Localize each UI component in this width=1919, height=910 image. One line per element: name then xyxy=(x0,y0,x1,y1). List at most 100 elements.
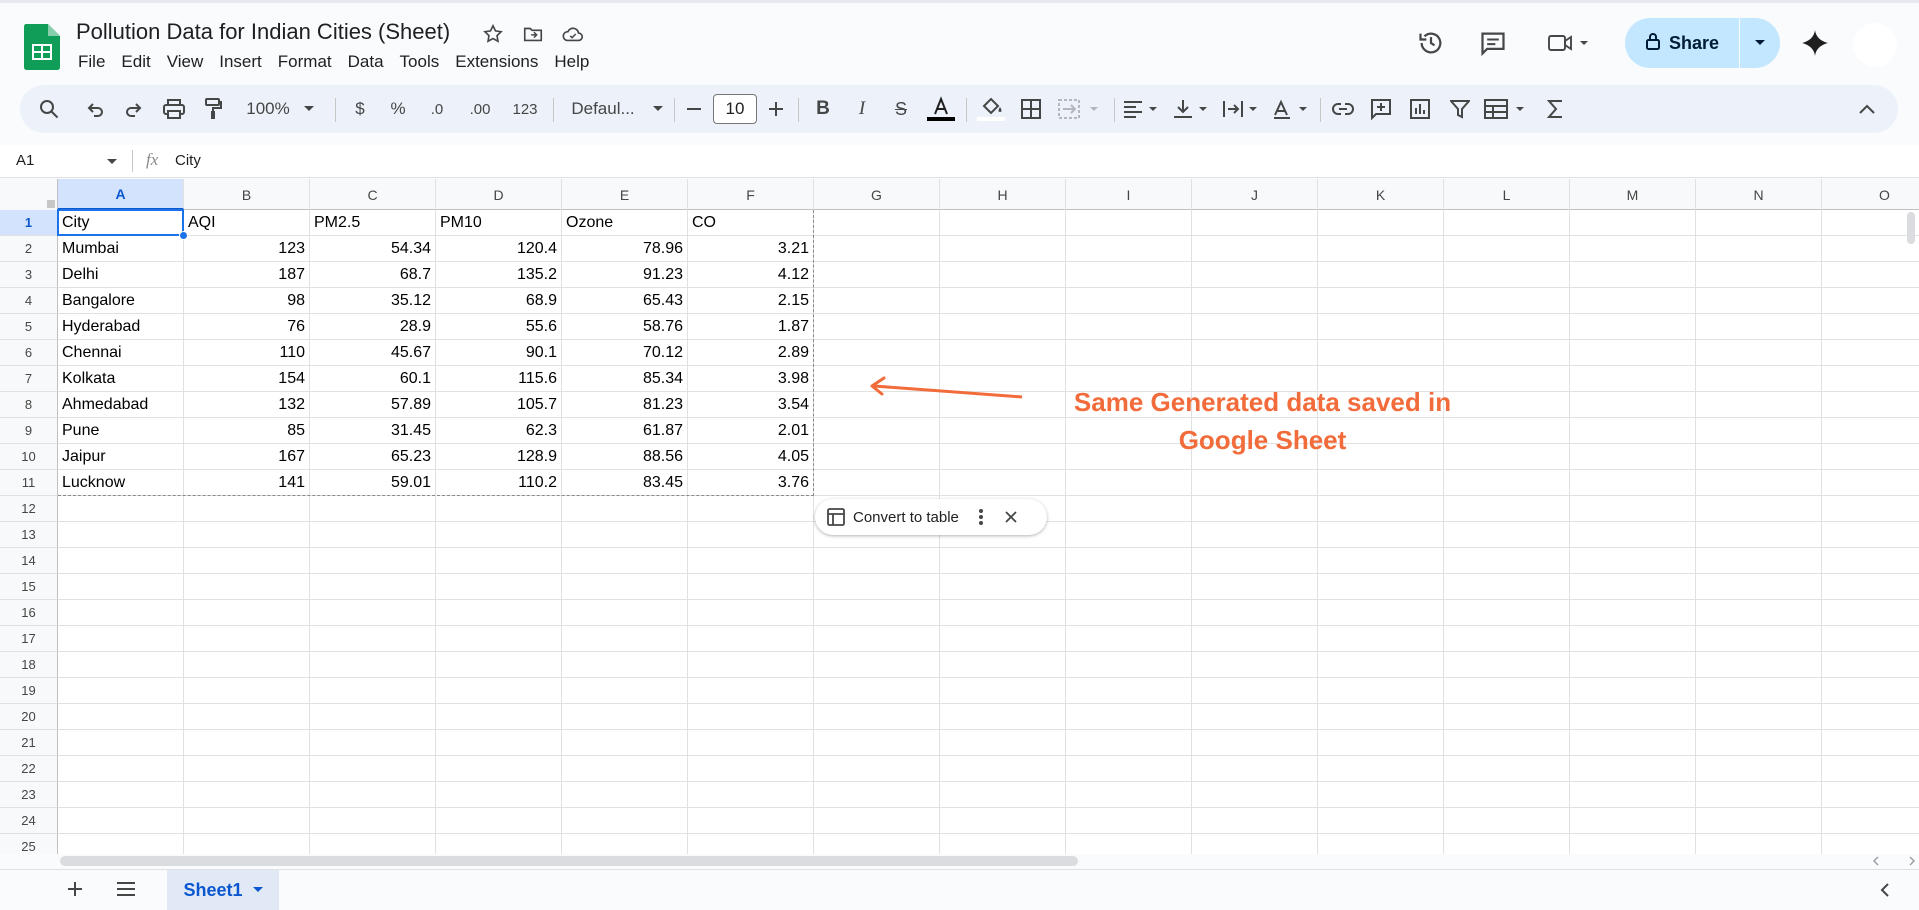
cell-j2[interactable] xyxy=(1192,236,1318,262)
cell-b24[interactable] xyxy=(184,808,310,834)
cell-k14[interactable] xyxy=(1318,548,1444,574)
cell-h4[interactable] xyxy=(940,288,1066,314)
cell-c21[interactable] xyxy=(310,730,436,756)
cell-f7[interactable]: 3.98 xyxy=(688,366,814,392)
menu-file[interactable]: File xyxy=(70,50,113,74)
cell-f17[interactable] xyxy=(688,626,814,652)
cell-g5[interactable] xyxy=(814,314,940,340)
avatar[interactable] xyxy=(1853,23,1897,67)
cell-d8[interactable]: 105.7 xyxy=(436,392,562,418)
cell-b13[interactable] xyxy=(184,522,310,548)
row-header-20[interactable]: 20 xyxy=(0,704,58,730)
cell-h17[interactable] xyxy=(940,626,1066,652)
row-header-7[interactable]: 7 xyxy=(0,366,58,392)
fill-handle[interactable] xyxy=(179,231,188,240)
version-history-icon[interactable] xyxy=(1416,28,1446,58)
cell-d11[interactable]: 110.2 xyxy=(436,470,562,496)
share-button[interactable]: Share xyxy=(1625,18,1780,68)
cell-d24[interactable] xyxy=(436,808,562,834)
cell-c9[interactable]: 31.45 xyxy=(310,418,436,444)
cell-j22[interactable] xyxy=(1192,756,1318,782)
cell-l22[interactable] xyxy=(1444,756,1570,782)
cell-l13[interactable] xyxy=(1444,522,1570,548)
cell-b25[interactable] xyxy=(184,834,310,854)
filter-icon[interactable] xyxy=(1445,85,1475,133)
cell-l6[interactable] xyxy=(1444,340,1570,366)
cell-e19[interactable] xyxy=(562,678,688,704)
text-rotation-icon[interactable] xyxy=(1270,85,1314,133)
horizontal-align-icon[interactable] xyxy=(1120,85,1164,133)
cell-i16[interactable] xyxy=(1066,600,1192,626)
cell-d23[interactable] xyxy=(436,782,562,808)
cell-a11[interactable]: Lucknow xyxy=(58,470,184,496)
all-sheets-icon[interactable] xyxy=(116,881,136,902)
cell-b3[interactable]: 187 xyxy=(184,262,310,288)
cell-a19[interactable] xyxy=(58,678,184,704)
cell-n5[interactable] xyxy=(1696,314,1822,340)
cell-j13[interactable] xyxy=(1192,522,1318,548)
font-size-input[interactable]: 10 xyxy=(713,94,757,124)
cell-c20[interactable] xyxy=(310,704,436,730)
cell-f12[interactable] xyxy=(688,496,814,522)
cell-a7[interactable]: Kolkata xyxy=(58,366,184,392)
cell-f3[interactable]: 4.12 xyxy=(688,262,814,288)
cell-n17[interactable] xyxy=(1696,626,1822,652)
cell-l11[interactable] xyxy=(1444,470,1570,496)
cell-b5[interactable]: 76 xyxy=(184,314,310,340)
row-header-17[interactable]: 17 xyxy=(0,626,58,652)
cell-i2[interactable] xyxy=(1066,236,1192,262)
cell-f8[interactable]: 3.54 xyxy=(688,392,814,418)
cell-h20[interactable] xyxy=(940,704,1066,730)
cell-d22[interactable] xyxy=(436,756,562,782)
text-wrapping-icon[interactable] xyxy=(1220,85,1264,133)
cell-n12[interactable] xyxy=(1696,496,1822,522)
cell-m14[interactable] xyxy=(1570,548,1696,574)
cell-f22[interactable] xyxy=(688,756,814,782)
cell-i19[interactable] xyxy=(1066,678,1192,704)
column-header-f[interactable]: F xyxy=(688,179,814,210)
column-header-k[interactable]: K xyxy=(1318,179,1444,210)
cell-e4[interactable]: 65.43 xyxy=(562,288,688,314)
zoom-select[interactable]: 100% xyxy=(240,85,320,133)
cell-d19[interactable] xyxy=(436,678,562,704)
cell-n24[interactable] xyxy=(1696,808,1822,834)
cell-e16[interactable] xyxy=(562,600,688,626)
cell-n11[interactable] xyxy=(1696,470,1822,496)
percent-format-button[interactable]: % xyxy=(386,85,410,133)
cell-o21[interactable] xyxy=(1822,730,1919,756)
cell-d12[interactable] xyxy=(436,496,562,522)
cell-d5[interactable]: 55.6 xyxy=(436,314,562,340)
row-header-22[interactable]: 22 xyxy=(0,756,58,782)
row-header-16[interactable]: 16 xyxy=(0,600,58,626)
column-header-b[interactable]: B xyxy=(184,179,310,210)
cell-a20[interactable] xyxy=(58,704,184,730)
cell-f2[interactable]: 3.21 xyxy=(688,236,814,262)
cell-f10[interactable]: 4.05 xyxy=(688,444,814,470)
cell-m1[interactable] xyxy=(1570,210,1696,236)
cell-i25[interactable] xyxy=(1066,834,1192,854)
cell-a3[interactable]: Delhi xyxy=(58,262,184,288)
cell-d2[interactable]: 120.4 xyxy=(436,236,562,262)
column-header-l[interactable]: L xyxy=(1444,179,1570,210)
more-formats-button[interactable]: 123 xyxy=(505,85,545,133)
more-options-icon[interactable] xyxy=(978,509,983,525)
cell-b2[interactable]: 123 xyxy=(184,236,310,262)
cell-f9[interactable]: 2.01 xyxy=(688,418,814,444)
cell-l25[interactable] xyxy=(1444,834,1570,854)
cell-k18[interactable] xyxy=(1318,652,1444,678)
cell-j11[interactable] xyxy=(1192,470,1318,496)
cell-e10[interactable]: 88.56 xyxy=(562,444,688,470)
cell-k6[interactable] xyxy=(1318,340,1444,366)
cell-e11[interactable]: 83.45 xyxy=(562,470,688,496)
bold-icon[interactable]: B xyxy=(808,85,838,133)
cell-c13[interactable] xyxy=(310,522,436,548)
cell-h11[interactable] xyxy=(940,470,1066,496)
cloud-saved-icon[interactable] xyxy=(560,21,586,47)
cell-j3[interactable] xyxy=(1192,262,1318,288)
cell-o9[interactable] xyxy=(1822,418,1919,444)
cell-h24[interactable] xyxy=(940,808,1066,834)
cell-o18[interactable] xyxy=(1822,652,1919,678)
cell-m12[interactable] xyxy=(1570,496,1696,522)
row-header-25[interactable]: 25 xyxy=(0,834,58,854)
row-header-8[interactable]: 8 xyxy=(0,392,58,418)
